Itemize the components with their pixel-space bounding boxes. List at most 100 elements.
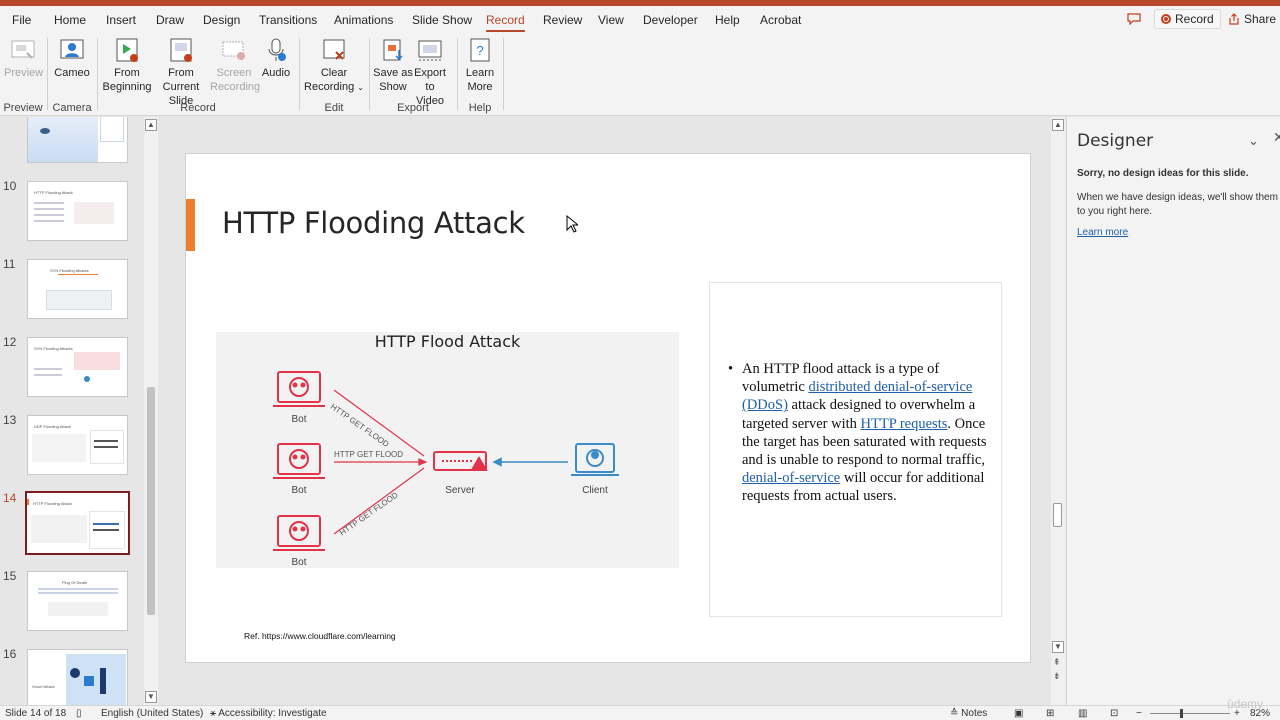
from-beginning-label-2: Beginning [102,81,152,93]
tab-slide-show[interactable]: Slide Show [412,13,472,27]
comments-button[interactable] [1124,10,1144,28]
bullet-marker: • [728,361,734,377]
zoom-slider[interactable] [1150,713,1230,714]
tab-record[interactable]: Record [486,13,525,33]
reference-text: Ref. https://www.cloudflare.com/learning [244,631,396,641]
http-flood-diagram[interactable]: HTTP Flood Attack Bot Bot Bot Server Cli… [216,332,679,568]
slide-thumbnail-15[interactable]: Ping Of Death [27,571,128,631]
record-from-beginning-button[interactable]: From Beginning [101,36,153,94]
mouse-cursor-icon [566,215,578,233]
from-current-label-1: From [168,67,194,79]
record-label: Record [1175,12,1214,26]
bot-icon-top [273,371,325,407]
cameo-button[interactable]: Cameo [52,36,92,80]
language-status[interactable]: English (United States) [101,708,203,719]
normal-view-icon[interactable]: ▣ [1014,708,1023,719]
screen-recording-icon [220,36,248,64]
record-icon [1161,14,1171,24]
tab-developer[interactable]: Developer [643,13,698,27]
tab-animations[interactable]: Animations [334,13,393,27]
tab-review[interactable]: Review [543,13,582,27]
thumbnail-title: Ping Of Death [62,580,88,585]
tab-file[interactable]: File [12,13,31,27]
help-icon: ? [466,36,494,64]
clear-recording-icon [320,36,348,64]
learn-more-label-2: More [467,81,493,93]
menu-bar: File Home Insert Draw Design Transitions… [0,6,1280,33]
slide-scrollbar[interactable]: ▲ ▼ ⇞ ⇟ [1051,117,1065,705]
share-label: Share [1244,12,1277,26]
screen-recording-label-2: Recording [210,81,261,93]
designer-learn-more-link[interactable]: Learn more [1077,227,1128,238]
thumbnail-scrollbar[interactable]: ▲ ▼ [144,117,158,705]
scroll-down-arrow[interactable]: ▼ [1052,641,1064,653]
link-http-requests[interactable]: HTTP requests [861,416,948,432]
reading-view-icon[interactable]: ▥ [1078,708,1087,719]
previous-slide-icon[interactable]: ⇞ [1053,657,1061,668]
slide-thumbnail-9[interactable] [27,117,128,163]
slide-thumbnail-16[interactable]: Smurf Attack [27,649,128,705]
tab-insert[interactable]: Insert [106,13,136,27]
scroll-up-arrow[interactable]: ▲ [1052,119,1064,131]
accessibility-status[interactable]: ⚹ Accessibility: Investigate [210,708,327,719]
export-to-video-button[interactable]: Export to Video [410,36,450,108]
audio-button[interactable]: Audio [259,36,293,80]
tab-help[interactable]: Help [715,13,740,27]
chevron-down-icon[interactable]: ⌄ [1248,133,1259,149]
thumbnail-title: Smurf Attack [32,684,55,689]
bot-label-bottom: Bot [291,557,307,568]
designer-pane: Designer ⌄ ✕ Sorry, no design ideas for … [1066,117,1280,705]
export-video-label-1: Export [414,67,446,79]
ribbon: Preview Cameo From Beginning From Curren… [0,32,1280,116]
slide-title[interactable]: HTTP Flooding Attack [222,206,525,240]
save-as-show-button[interactable]: Save as Show [373,36,413,94]
clear-recording-button[interactable]: Clear Recording ⌄ [304,36,364,95]
server-icon [433,451,488,471]
share-button[interactable]: Share [1222,9,1280,29]
learn-more-button[interactable]: ? Learn More [462,36,498,94]
tab-home[interactable]: Home [54,13,86,27]
close-icon[interactable]: ✕ [1273,129,1280,146]
notes-button[interactable]: ≙ Notes [950,708,987,719]
slide-thumbnail-12[interactable]: SYN Flooding Attacks [27,337,128,397]
slide-thumbnail-11[interactable]: SYN Flooding Attacks [27,259,128,319]
slide-canvas[interactable]: HTTP Flooding Attack HTTP Flood Attack B… [185,153,1031,663]
slide-number-active: 14 [3,491,17,505]
slide-sorter-icon[interactable]: ⊞ [1046,708,1054,719]
record-from-current-button[interactable]: From Current Slide [152,36,210,108]
record-button[interactable]: Record [1154,9,1221,29]
link-denial-of-service[interactable]: denial-of-service [742,470,840,486]
server-label: Server [445,485,475,496]
slideshow-view-icon[interactable]: ⊡ [1110,708,1118,719]
preview-button[interactable]: Preview [4,36,43,80]
zoom-out-icon[interactable]: − [1136,708,1142,719]
slide-thumbnail-pane[interactable]: 10 HTTP Flooding Attack 11 SYN Flooding … [0,117,160,705]
share-icon [1229,13,1239,25]
tab-acrobat[interactable]: Acrobat [760,13,801,27]
spelling-icon[interactable]: ▯ [76,708,82,719]
scroll-down-arrow[interactable]: ▼ [145,691,157,703]
save-as-show-label-1: Save as [373,67,413,79]
tab-view[interactable]: View [598,13,624,27]
ribbon-separator [47,38,48,110]
content-textbox[interactable]: • An HTTP flood attack is a type of volum… [709,282,1002,617]
preview-icon [9,36,37,64]
udemy-watermark: ûdemy [1227,697,1264,711]
screen-recording-button[interactable]: Screen Recording [210,36,261,94]
slide-thumbnail-13[interactable]: UDP Flooding Attack [27,415,128,475]
svg-text:?: ? [476,43,483,58]
tab-draw[interactable]: Draw [156,13,184,27]
scroll-up-arrow[interactable]: ▲ [145,119,157,131]
slide-thumbnail-10[interactable]: HTTP Flooding Attack [27,181,128,241]
zoom-slider-thumb[interactable] [1180,709,1183,718]
scrollbar-thumb[interactable] [1053,503,1062,527]
next-slide-icon[interactable]: ⇟ [1053,671,1061,682]
slide-thumbnail-14[interactable]: HTTP Flooding Attack [25,491,130,555]
group-label-export: Export [397,102,429,114]
tab-design[interactable]: Design [203,13,240,27]
scrollbar-thumb[interactable] [147,387,155,615]
thumbnail-title: HTTP Flooding Attack [33,501,72,506]
tab-transitions[interactable]: Transitions [259,13,317,27]
slide-number: 11 [3,257,16,271]
ribbon-separator [457,38,458,110]
